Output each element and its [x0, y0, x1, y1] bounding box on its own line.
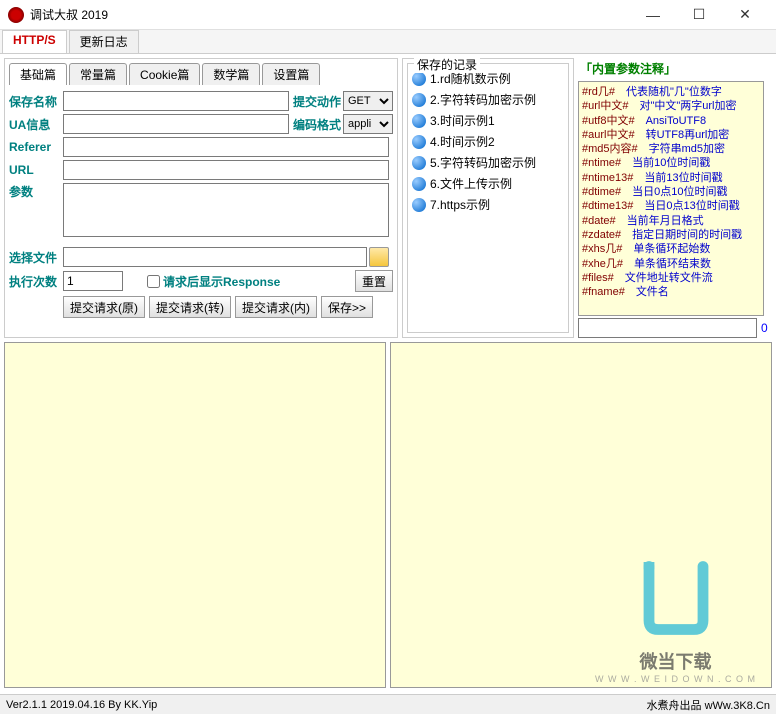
notes-panel: 「内置参数注释」 #rd几# 代表随机"几"位数字#url中文# 对"中文"两字… — [578, 58, 764, 338]
input-referer[interactable] — [63, 137, 389, 157]
input-file-path[interactable] — [63, 247, 367, 267]
globe-icon — [412, 114, 426, 128]
records-panel: 保存的记录 1.rd随机数示例2.字符转码加密示例3.时间示例14.时间示例25… — [402, 58, 574, 338]
subtab-math[interactable]: 数学篇 — [202, 63, 260, 85]
reset-button[interactable]: 重置 — [355, 270, 393, 292]
label-save-name: 保存名称 — [9, 93, 61, 110]
status-credit: 水煮舟出品 wWw.3K8.Cn — [647, 697, 770, 713]
notes-box: #rd几# 代表随机"几"位数字#url中文# 对"中文"两字url加密#utf… — [578, 81, 764, 316]
globe-icon — [412, 72, 426, 86]
status-bar: Ver2.1.1 2019.04.16 By KK.Yip 水煮舟出品 wWw.… — [0, 694, 776, 714]
subtab-settings[interactable]: 设置篇 — [262, 63, 320, 85]
globe-icon — [412, 135, 426, 149]
submit-trans-button[interactable]: 提交请求(转) — [149, 296, 231, 318]
record-item-5[interactable]: 5.字符转码加密示例 — [412, 152, 564, 173]
output-left[interactable] — [4, 342, 386, 688]
notes-title: 「内置参数注释」 — [578, 58, 764, 79]
status-version: Ver2.1.1 2019.04.16 By KK.Yip — [6, 699, 157, 711]
sub-tabs: 基础篇 常量篇 Cookie篇 数学篇 设置篇 — [9, 63, 393, 85]
input-exec-count[interactable] — [63, 271, 123, 291]
textarea-params[interactable] — [63, 183, 389, 237]
counter-input[interactable] — [578, 318, 757, 338]
record-item-6[interactable]: 6.文件上传示例 — [412, 173, 564, 194]
globe-icon — [412, 93, 426, 107]
globe-icon — [412, 198, 426, 212]
save-button[interactable]: 保存>> — [321, 296, 373, 318]
record-item-4[interactable]: 4.时间示例2 — [412, 131, 564, 152]
globe-icon — [412, 156, 426, 170]
label-referer: Referer — [9, 140, 61, 154]
tab-https[interactable]: HTTP/S — [2, 30, 67, 53]
label-select-file: 选择文件 — [9, 249, 61, 266]
label-show-response: 请求后显示Response — [163, 273, 280, 290]
globe-icon — [412, 177, 426, 191]
subtab-basic[interactable]: 基础篇 — [9, 63, 67, 85]
select-method[interactable]: GET — [343, 91, 393, 111]
close-button[interactable]: ✕ — [722, 0, 768, 30]
checkbox-show-response[interactable] — [147, 275, 160, 288]
minimize-button[interactable]: — — [630, 0, 676, 30]
record-item-2[interactable]: 2.字符转码加密示例 — [412, 89, 564, 110]
label-exec-count: 执行次数 — [9, 273, 61, 290]
select-encode[interactable]: appli — [343, 114, 393, 134]
browse-button[interactable] — [369, 247, 389, 267]
titlebar: 调试大叔 2019 — ☐ ✕ — [0, 0, 776, 30]
input-ua[interactable] — [63, 114, 289, 134]
record-item-7[interactable]: 7.https示例 — [412, 194, 564, 215]
app-icon — [8, 7, 24, 23]
input-url[interactable] — [63, 160, 389, 180]
records-title: 保存的记录 — [414, 56, 480, 73]
label-ua: UA信息 — [9, 116, 61, 133]
label-encode: 编码格式 — [291, 116, 341, 133]
tab-changelog[interactable]: 更新日志 — [69, 30, 139, 53]
counter-value: 0 — [761, 321, 768, 335]
output-right[interactable] — [390, 342, 772, 688]
main-tabs: HTTP/S 更新日志 — [0, 30, 776, 54]
submit-orig-button[interactable]: 提交请求(原) — [63, 296, 145, 318]
submit-inner-button[interactable]: 提交请求(内) — [235, 296, 317, 318]
subtab-const[interactable]: 常量篇 — [69, 63, 127, 85]
maximize-button[interactable]: ☐ — [676, 0, 722, 30]
record-item-3[interactable]: 3.时间示例1 — [412, 110, 564, 131]
label-params: 参数 — [9, 183, 61, 200]
left-panel: 基础篇 常量篇 Cookie篇 数学篇 设置篇 保存名称 提交动作 GET UA… — [4, 58, 398, 338]
subtab-cookie[interactable]: Cookie篇 — [129, 63, 200, 85]
window-title: 调试大叔 2019 — [30, 6, 630, 23]
input-save-name[interactable] — [63, 91, 289, 111]
label-submit-action: 提交动作 — [291, 93, 341, 110]
label-url: URL — [9, 163, 61, 177]
